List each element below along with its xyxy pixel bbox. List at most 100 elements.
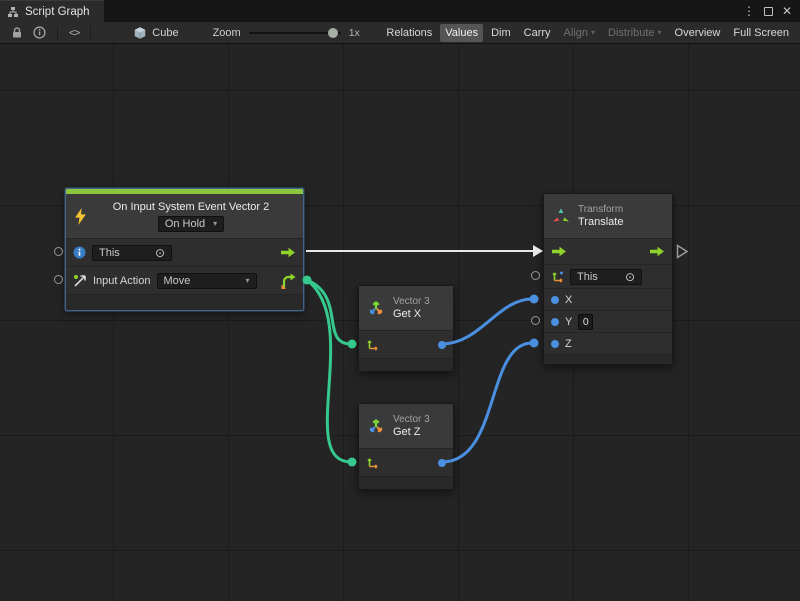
- translate-target-dropdown[interactable]: This ⊙: [570, 269, 642, 285]
- chevron-down-icon: ▾: [213, 220, 217, 228]
- translate-x-label: X: [565, 294, 572, 306]
- align-label: Align: [564, 27, 588, 39]
- float-wire-x[interactable]: [442, 299, 532, 344]
- translate-type-label: Transform: [578, 204, 623, 215]
- toolbar-separator: [57, 26, 58, 40]
- float-wire-z[interactable]: [442, 343, 532, 462]
- translate-y-port-circle[interactable]: [531, 316, 540, 325]
- axis-icon: [366, 338, 379, 351]
- axis-icon: [551, 270, 564, 283]
- translate-target-value: This: [577, 271, 598, 283]
- coroutine-arrow-icon[interactable]: [281, 273, 296, 289]
- close-icon[interactable]: ✕: [782, 5, 792, 17]
- get-z-title: Get Z: [393, 426, 430, 438]
- event-left-port-circle[interactable]: [54, 247, 63, 256]
- distribute-label: Distribute: [608, 27, 654, 39]
- translate-y-label: Y: [565, 316, 572, 328]
- translate-y-value-input[interactable]: 0: [578, 314, 593, 330]
- vector2-wire-getz[interactable]: [307, 280, 351, 462]
- translate-x-row: X: [544, 288, 672, 310]
- window-controls: ⋮ ✕: [743, 0, 800, 22]
- window-menu-icon[interactable]: ⋮: [743, 5, 755, 17]
- graph-owner-label: Cube: [152, 27, 178, 39]
- graph-owner[interactable]: Cube: [133, 26, 178, 40]
- values-button[interactable]: Values: [440, 24, 483, 42]
- zoom-label: Zoom: [213, 27, 241, 39]
- input-action-dropdown[interactable]: Move ▾: [157, 273, 257, 289]
- target-icon: ⊙: [155, 247, 165, 259]
- get-z-output-port[interactable]: [438, 459, 446, 467]
- control-input-arrow-icon[interactable]: [551, 246, 567, 257]
- graph-canvas[interactable]: On Input System Event Vector 2 On Hold ▾: [0, 44, 800, 601]
- get-x-output-port[interactable]: [438, 341, 446, 349]
- event-target-row: This ⊙: [66, 238, 303, 266]
- event-node-title: On Input System Event Vector 2: [113, 201, 270, 213]
- get-x-title: Get X: [393, 308, 430, 320]
- translate-node-header: Transform Translate: [544, 194, 672, 238]
- chevron-down-icon: ▾: [245, 277, 249, 285]
- vector3-icon: [367, 299, 385, 317]
- event-node-header: On Input System Event Vector 2 On Hold ▾: [66, 194, 303, 238]
- getz-input-dot[interactable]: [348, 458, 357, 467]
- translate-x-port[interactable]: [551, 296, 559, 304]
- script-graph-window: Script Graph ⋮ ✕ <>: [0, 0, 800, 601]
- info-icon-blue: [73, 246, 86, 259]
- get-x-port-row: [359, 330, 453, 358]
- zoom-value: 1x: [349, 27, 360, 39]
- transform-icon: [552, 208, 570, 224]
- zoom-slider[interactable]: [249, 28, 341, 38]
- getx-input-dot[interactable]: [348, 340, 357, 349]
- vector2-wire-getx[interactable]: [307, 280, 351, 344]
- fullscreen-button[interactable]: Full Screen: [728, 24, 794, 42]
- carry-button[interactable]: Carry: [519, 24, 556, 42]
- translate-z-input-dot[interactable]: [530, 339, 539, 348]
- translate-title: Translate: [578, 216, 623, 228]
- translate-node[interactable]: Transform Translate: [543, 193, 673, 365]
- control-wire-arrowhead: [533, 245, 543, 257]
- translate-z-label: Z: [565, 338, 572, 350]
- info-icon[interactable]: [28, 22, 51, 43]
- get-z-node-footer: [359, 476, 453, 489]
- event-mode-value: On Hold: [165, 218, 205, 230]
- translate-continue-triangle[interactable]: [676, 244, 689, 259]
- control-output-arrow-icon[interactable]: [649, 246, 665, 257]
- zoom-slider-handle[interactable]: [328, 28, 338, 38]
- tab-title: Script Graph: [25, 6, 90, 18]
- titlebar: Script Graph ⋮ ✕: [0, 0, 800, 22]
- translate-x-input-dot[interactable]: [530, 295, 539, 304]
- dim-button[interactable]: Dim: [486, 24, 516, 42]
- target-icon: ⊙: [625, 271, 635, 283]
- get-z-type-label: Vector 3: [393, 414, 430, 425]
- zoom-slider-track: [249, 32, 341, 34]
- chevron-down-icon: ▾: [658, 29, 662, 37]
- control-output-arrow-icon[interactable]: [280, 247, 296, 258]
- relations-button[interactable]: Relations: [381, 24, 437, 42]
- translate-y-row: Y 0: [544, 310, 672, 332]
- tab-script-graph[interactable]: Script Graph: [0, 0, 104, 22]
- get-z-port-row: [359, 448, 453, 476]
- translate-z-port[interactable]: [551, 340, 559, 348]
- input-action-value: Move: [164, 275, 191, 287]
- get-z-node[interactable]: Vector 3 Get Z: [358, 403, 454, 490]
- event-left-port-circle[interactable]: [54, 275, 63, 284]
- overview-button[interactable]: Overview: [670, 24, 726, 42]
- event-node[interactable]: On Input System Event Vector 2 On Hold ▾: [65, 188, 304, 311]
- input-action-label: Input Action: [93, 275, 151, 287]
- get-z-node-header: Vector 3 Get Z: [359, 404, 453, 448]
- translate-this-port-circle[interactable]: [531, 271, 540, 280]
- align-button[interactable]: Align ▾: [559, 24, 600, 42]
- get-x-node-footer: [359, 358, 453, 371]
- code-preview-icon[interactable]: <>: [64, 22, 84, 43]
- translate-y-port[interactable]: [551, 318, 559, 326]
- get-x-node[interactable]: Vector 3 Get X: [358, 285, 454, 372]
- get-x-node-header: Vector 3 Get X: [359, 286, 453, 330]
- event-mode-dropdown[interactable]: On Hold ▾: [158, 216, 224, 232]
- chevron-down-icon: ▾: [591, 29, 595, 37]
- toolbar-buttons: Relations Values Dim Carry Align ▾ Distr…: [381, 24, 794, 42]
- event-node-footer: [66, 294, 303, 310]
- maximize-icon[interactable]: [764, 7, 773, 16]
- event-target-dropdown[interactable]: This ⊙: [92, 245, 172, 261]
- cube-icon: [133, 26, 147, 40]
- distribute-button[interactable]: Distribute ▾: [603, 24, 666, 42]
- lock-icon[interactable]: [6, 22, 28, 43]
